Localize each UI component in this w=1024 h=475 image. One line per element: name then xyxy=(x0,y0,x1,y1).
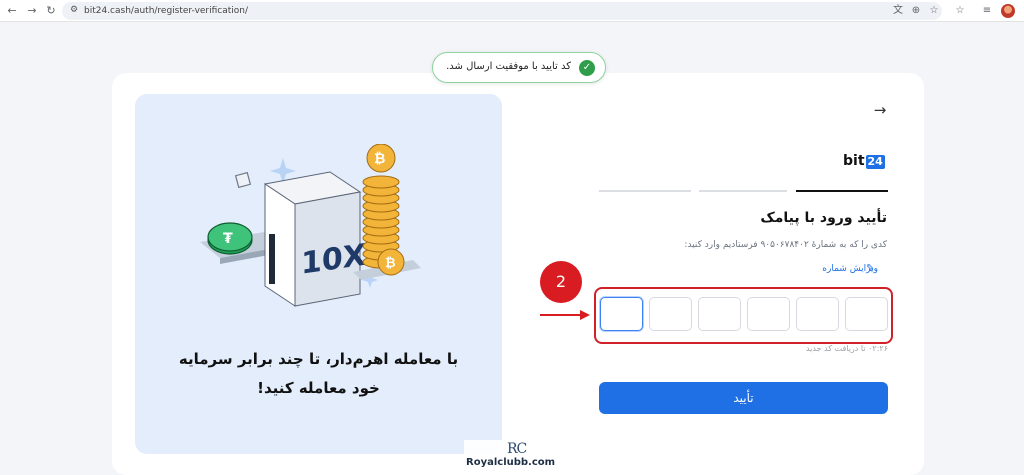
promo-panel: 10X ₮ ₿ ₿ با معامله اهرم‌دار، تا چند برا… xyxy=(135,94,502,454)
check-icon: ✓ xyxy=(579,60,595,76)
bookmark-star-icon[interactable]: ☆ xyxy=(926,3,942,19)
svg-text:₿: ₿ xyxy=(385,256,396,271)
tether-symbol: ₮ xyxy=(223,231,233,247)
otp-digit-1[interactable] xyxy=(600,297,643,331)
step-indicator-2 xyxy=(699,190,787,192)
browser-toolbar: ← → ↻ ⚙ bit24.cash/auth/register-verific… xyxy=(0,0,1024,22)
watermark-text: Royalclubb.com xyxy=(466,457,556,468)
cube-icon xyxy=(234,171,252,189)
zoom-icon[interactable]: ⊕ xyxy=(908,3,924,19)
leverage-illustration: 10X ₮ ₿ ₿ xyxy=(200,144,421,307)
reload-button[interactable]: ↻ xyxy=(43,3,59,19)
form-description: کدی را که به شمارهٔ ۹۰۵۰۶۷۸۴۰۲ فرستادیم … xyxy=(684,240,887,250)
step-indicator-1 xyxy=(796,190,888,192)
step-indicator-3 xyxy=(599,190,691,192)
forward-button[interactable]: → xyxy=(24,3,40,19)
otp-digit-2[interactable] xyxy=(649,297,692,331)
svg-text:₿: ₿ xyxy=(374,151,385,167)
resend-timer: ۰۲:۲۶ تا دریافت کد جدید xyxy=(805,344,888,353)
translate-icon[interactable]: 文 xyxy=(890,3,906,19)
bit24-logo: bit 24 xyxy=(843,153,885,169)
annotation-arrow-icon xyxy=(540,310,590,320)
annotation-step-badge: 2 xyxy=(540,261,582,303)
confirm-button[interactable]: تأیید xyxy=(599,382,888,414)
back-arrow-icon[interactable]: → xyxy=(870,100,890,120)
url-text: bit24.cash/auth/register-verification/ xyxy=(84,6,249,16)
toast-message: کد تایید با موفقیت ارسال شد. xyxy=(446,61,571,72)
otp-digit-3[interactable] xyxy=(698,297,741,331)
site-settings-icon[interactable]: ⚙ xyxy=(70,5,81,16)
reading-list-icon[interactable]: ≡ xyxy=(979,3,995,19)
watermark-logo: RC xyxy=(507,441,527,457)
address-bar[interactable]: ⚙ bit24.cash/auth/register-verification/ xyxy=(62,2,942,20)
pencil-icon[interactable]: ✎ xyxy=(866,263,878,275)
otp-digit-6[interactable] xyxy=(845,297,888,331)
success-toast: کد تایید با موفقیت ارسال شد. ✓ xyxy=(432,52,606,83)
otp-digit-5[interactable] xyxy=(796,297,839,331)
promo-line-2: خود معامله کنید! xyxy=(257,379,380,397)
promo-line-1: با معامله اهرم‌دار، تا چند برابر سرمایه xyxy=(178,350,459,368)
profile-avatar[interactable] xyxy=(1001,4,1015,18)
otp-digit-4[interactable] xyxy=(747,297,790,331)
back-button[interactable]: ← xyxy=(4,3,20,19)
form-title: تأیید ورود با پیامک xyxy=(760,210,887,226)
extensions-icon[interactable]: ☆ xyxy=(952,3,968,19)
